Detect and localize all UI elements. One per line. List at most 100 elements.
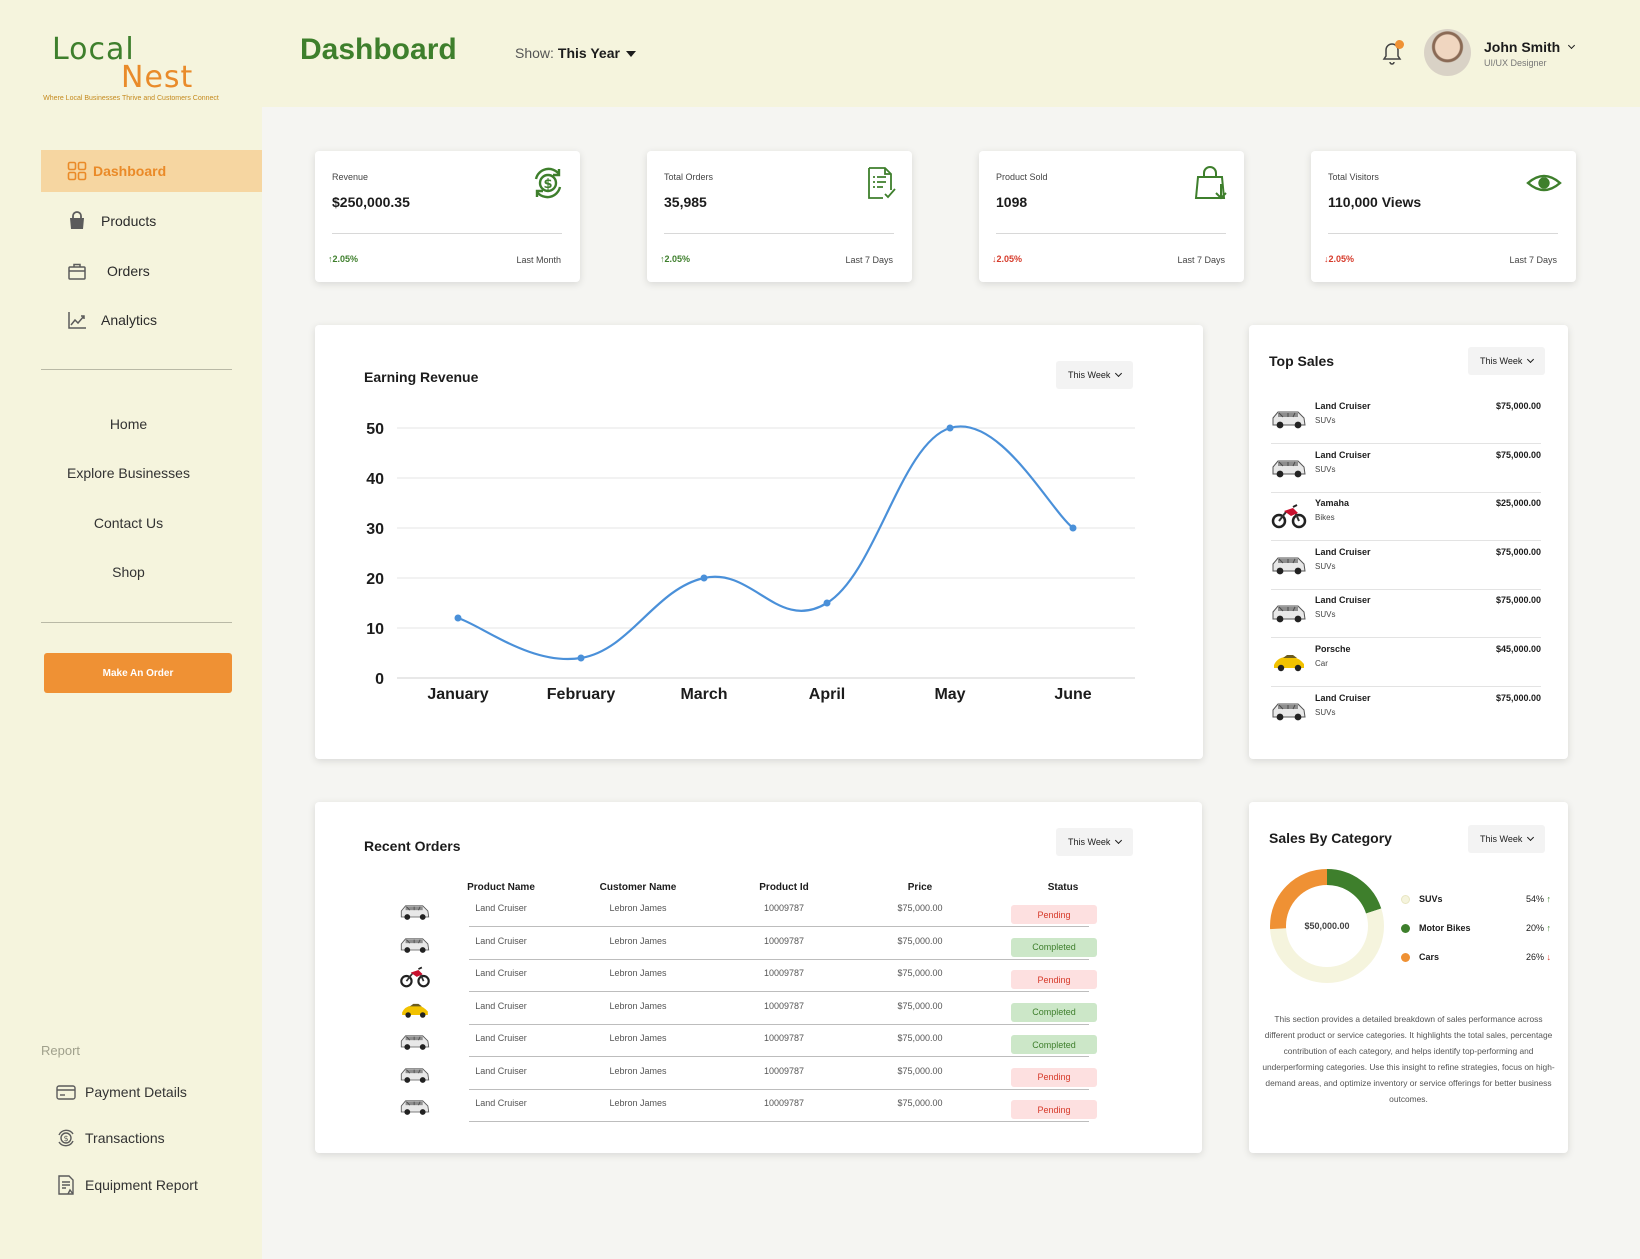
- show-period-dropdown[interactable]: Show: This Year: [515, 45, 636, 61]
- stat-period: Last Month: [516, 255, 561, 265]
- make-order-button[interactable]: Make An Order: [44, 653, 232, 693]
- report-section-label: Report: [41, 1043, 81, 1058]
- legend-percent: 20% ↑: [1526, 923, 1551, 933]
- stat-value: 110,000 Views: [1328, 194, 1422, 210]
- link-shop[interactable]: Shop: [41, 564, 216, 580]
- period-dropdown[interactable]: This Week: [1468, 825, 1546, 853]
- table-row[interactable]: Land Cruiser Lebron James 10009787 $75,000.…: [402, 993, 1097, 1025]
- legend-percent-value: 20%: [1525, 923, 1544, 933]
- period-dropdown[interactable]: This Week: [1468, 347, 1546, 375]
- legend-percent-value: 26%: [1525, 952, 1544, 962]
- sale-product-name: Land Cruiser: [1315, 449, 1371, 460]
- report-item-transactions[interactable]: $ Transactions: [55, 1127, 165, 1149]
- report-label-equipment-report: Equipment Report: [85, 1177, 198, 1193]
- column-header-customer-name[interactable]: Customer Name: [578, 882, 698, 893]
- table-row[interactable]: Land Cruiser Lebron James 10009787 $75,000.…: [400, 928, 1097, 960]
- y-tick-label: 0: [375, 671, 384, 688]
- sale-price: $75,000.00: [1495, 692, 1541, 703]
- sidebar-divider: [41, 369, 232, 370]
- chevron-down-icon: [1115, 836, 1123, 845]
- y-tick-label: 10: [366, 621, 384, 638]
- stat-change-value: 2.05%: [332, 254, 359, 264]
- period-dropdown[interactable]: This Week: [1056, 828, 1134, 856]
- shopping-bag-icon: [1194, 165, 1230, 201]
- stat-card-product-sold: Product Sold 1098 ↓ 2.05% Last 7 Days: [979, 151, 1244, 282]
- table-row[interactable]: Land Cruiser Lebron James 10009787 $75,000.…: [400, 895, 1097, 927]
- stat-value: 1098: [996, 194, 1028, 210]
- vehicle-thumbnail: [397, 1062, 433, 1086]
- data-point[interactable]: [454, 614, 462, 622]
- table-row[interactable]: Land Cruiser Lebron James 10009787 $75,000.…: [400, 1025, 1097, 1057]
- column-header-price[interactable]: Price: [870, 882, 970, 893]
- chevron-down-icon: [1568, 41, 1576, 50]
- sale-price: $75,000.00: [1495, 595, 1541, 606]
- link-contact-us[interactable]: Contact Us: [41, 515, 216, 531]
- category-description: This section provides a detailed breakdo…: [1262, 1014, 1555, 1104]
- top-sales-row[interactable]: Land Cruiser SUVs $75,000.00: [1271, 396, 1541, 444]
- brand-logo[interactable]: Local Nest Where Local Businesses Thrive…: [36, 35, 226, 103]
- top-sales-row[interactable]: Land Cruiser SUVs $75,000.00: [1271, 445, 1541, 493]
- data-point[interactable]: [1069, 524, 1077, 532]
- series-line: [457, 425, 1074, 661]
- nav-label-orders: Orders: [107, 263, 150, 279]
- top-sales-row[interactable]: Yamaha Bikes $25,000.00: [1271, 493, 1541, 542]
- sale-product-name: Yamaha: [1315, 498, 1350, 509]
- dollar-cycle-icon: $: [530, 165, 566, 201]
- data-point[interactable]: [577, 654, 585, 662]
- card-title: Recent Orders: [364, 838, 461, 854]
- cell-product-id: 10009787: [763, 1033, 805, 1043]
- table-row[interactable]: Land Cruiser Lebron James 10009787 $75,000.…: [400, 1058, 1097, 1090]
- user-role: UI/UX Designer: [1484, 58, 1547, 68]
- svg-text:$: $: [63, 1134, 68, 1143]
- top-sales-row[interactable]: Land Cruiser SUVs $75,000.00: [1271, 590, 1541, 639]
- stat-change-value: 2.05%: [1328, 254, 1355, 264]
- column-header-product-name[interactable]: Product Name: [451, 882, 551, 893]
- sale-product-category: SUVs: [1315, 561, 1336, 571]
- data-point[interactable]: [946, 424, 954, 432]
- column-header-status[interactable]: Status: [1013, 882, 1113, 893]
- column-header-product-id[interactable]: Product Id: [734, 882, 834, 893]
- sidebar: Local Nest Where Local Businesses Thrive…: [0, 0, 262, 1259]
- link-explore-businesses[interactable]: Explore Businesses: [41, 465, 216, 481]
- status-badge: Pending: [1011, 1100, 1097, 1119]
- nav-item-products[interactable]: Products: [41, 200, 262, 242]
- vehicle-thumbnail: [397, 1094, 433, 1118]
- stat-change: ↓ 2.05%: [992, 254, 1022, 264]
- sale-price: $25,000.00: [1495, 498, 1541, 509]
- data-point[interactable]: [700, 574, 708, 582]
- table-row[interactable]: Land Cruiser Lebron James 10009787 $75,000.…: [400, 1090, 1097, 1122]
- arrow-up-icon: ↑: [1546, 923, 1552, 933]
- notification-bell-icon[interactable]: [1380, 40, 1404, 66]
- report-item-payment-details[interactable]: Payment Details: [55, 1081, 187, 1103]
- legend-swatch: [1401, 894, 1410, 904]
- nav-item-orders[interactable]: Orders: [41, 250, 262, 292]
- nav-item-dashboard[interactable]: Dashboard: [41, 150, 262, 192]
- x-tick-label: April: [809, 686, 845, 703]
- cell-product-id: 10009787: [763, 903, 805, 913]
- top-header: Dashboard Show: This Year John Smith UI/…: [262, 0, 1640, 107]
- data-point[interactable]: [823, 599, 831, 607]
- top-sales-row[interactable]: Land Cruiser SUVs $75,000.00: [1271, 542, 1541, 590]
- logo-word-nest: Nest: [121, 60, 194, 95]
- user-menu[interactable]: John Smith: [1484, 39, 1576, 55]
- stat-divider: [332, 233, 562, 234]
- user-avatar[interactable]: [1424, 29, 1471, 76]
- card-title: Sales By Category: [1269, 830, 1392, 846]
- sale-product-category: Car: [1315, 659, 1328, 668]
- table-row[interactable]: Land Cruiser Lebron James 10009787 $75,000.…: [400, 960, 1097, 992]
- y-tick-label: 50: [366, 421, 384, 438]
- legend-item: SUVs 54% ↑: [1401, 891, 1551, 907]
- legend-label: Cars: [1419, 952, 1440, 962]
- period-dropdown-label: This Week: [1068, 837, 1111, 847]
- cell-price: $75,000.00: [897, 1033, 943, 1043]
- nav-label-analytics: Analytics: [101, 312, 158, 328]
- cell-customer-name: Lebron James: [609, 935, 667, 946]
- cell-product-id: 10009787: [763, 1098, 805, 1108]
- top-sales-row[interactable]: Land Cruiser SUVs $75,000.00: [1271, 688, 1541, 736]
- cell-product-name: Land Cruiser: [475, 1098, 527, 1108]
- report-item-equipment-report[interactable]: Equipment Report: [55, 1174, 198, 1196]
- nav-item-analytics[interactable]: Analytics: [41, 299, 262, 341]
- link-home[interactable]: Home: [41, 416, 216, 432]
- cell-product-id: 10009787: [763, 1065, 805, 1076]
- top-sales-row[interactable]: Porsche Car $45,000.00: [1271, 639, 1541, 687]
